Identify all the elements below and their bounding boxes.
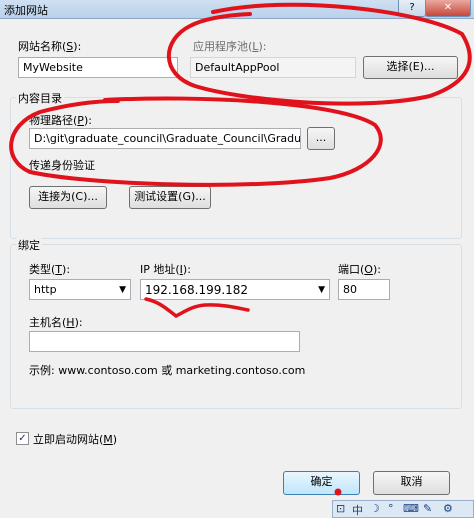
chevron-down-icon: ▼ bbox=[318, 285, 325, 295]
test-settings-button[interactable]: 测试设置(G)... bbox=[129, 186, 211, 209]
select-app-pool-button[interactable]: 选择(E)... bbox=[363, 56, 458, 79]
connect-as-button[interactable]: 连接为(C)... bbox=[29, 186, 107, 209]
port-input[interactable]: 80 bbox=[338, 279, 390, 300]
physical-path-label: 物理路径(P): bbox=[29, 114, 92, 127]
help-button[interactable]: ? bbox=[398, 0, 426, 17]
app-pool-field: DefaultAppPool bbox=[190, 57, 356, 78]
ime-handwriting-icon[interactable]: ✎ bbox=[423, 502, 432, 515]
ime-taskbar: ⊡ 中 ☽ ° ⌨ ✎ ⚙ bbox=[332, 500, 474, 518]
ime-moon-icon[interactable]: ☽ bbox=[370, 502, 380, 515]
type-value: http bbox=[34, 283, 57, 296]
host-name-label: 主机名(H): bbox=[29, 316, 83, 329]
window-title: 添加网站 bbox=[4, 4, 48, 17]
pass-through-auth-label: 传递身份验证 bbox=[29, 159, 95, 172]
ime-punctuation-icon[interactable]: ° bbox=[388, 502, 394, 515]
check-icon: ✓ bbox=[18, 433, 27, 444]
ip-address-select[interactable]: 192.168.199.182 ▼ bbox=[140, 279, 330, 300]
physical-path-input[interactable]: D:\git\graduate_council\Graduate_Council… bbox=[29, 128, 301, 149]
site-name-input[interactable]: MyWebsite bbox=[18, 57, 178, 78]
ime-toggle-icon[interactable]: ⊡ bbox=[336, 502, 345, 515]
host-name-input[interactable] bbox=[29, 331, 300, 352]
ime-keyboard-icon[interactable]: ⌨ bbox=[403, 502, 419, 515]
dialog-body: 网站名称(S): MyWebsite 应用程序池(L): DefaultAppP… bbox=[0, 19, 474, 518]
content-directory-title: 内容目录 bbox=[16, 90, 64, 106]
host-name-example: 示例: www.contoso.com 或 marketing.contoso.… bbox=[29, 364, 306, 377]
ime-settings-icon[interactable]: ⚙ bbox=[443, 502, 453, 515]
type-label: 类型(T): bbox=[29, 263, 71, 276]
ip-address-value: 192.168.199.182 bbox=[145, 283, 249, 297]
cancel-button[interactable]: 取消 bbox=[373, 471, 450, 495]
binding-title: 绑定 bbox=[16, 237, 42, 253]
ip-address-label: IP 地址(I): bbox=[140, 263, 191, 276]
port-label: 端口(O): bbox=[338, 263, 381, 276]
site-name-label: 网站名称(S): bbox=[18, 40, 82, 53]
start-site-checkbox[interactable]: ✓ bbox=[16, 432, 29, 445]
ime-chinese-icon[interactable]: 中 bbox=[352, 502, 363, 518]
browse-path-button[interactable]: ... bbox=[307, 127, 335, 150]
close-button[interactable]: ✕ bbox=[425, 0, 471, 17]
chevron-down-icon: ▼ bbox=[119, 285, 126, 295]
start-site-label: 立即启动网站(M) bbox=[33, 433, 118, 446]
title-bar: 添加网站 ? ✕ bbox=[0, 0, 474, 19]
ok-button[interactable]: 确定 bbox=[283, 471, 360, 495]
app-pool-label: 应用程序池(L): bbox=[193, 40, 267, 53]
type-select[interactable]: http ▼ bbox=[29, 279, 131, 300]
